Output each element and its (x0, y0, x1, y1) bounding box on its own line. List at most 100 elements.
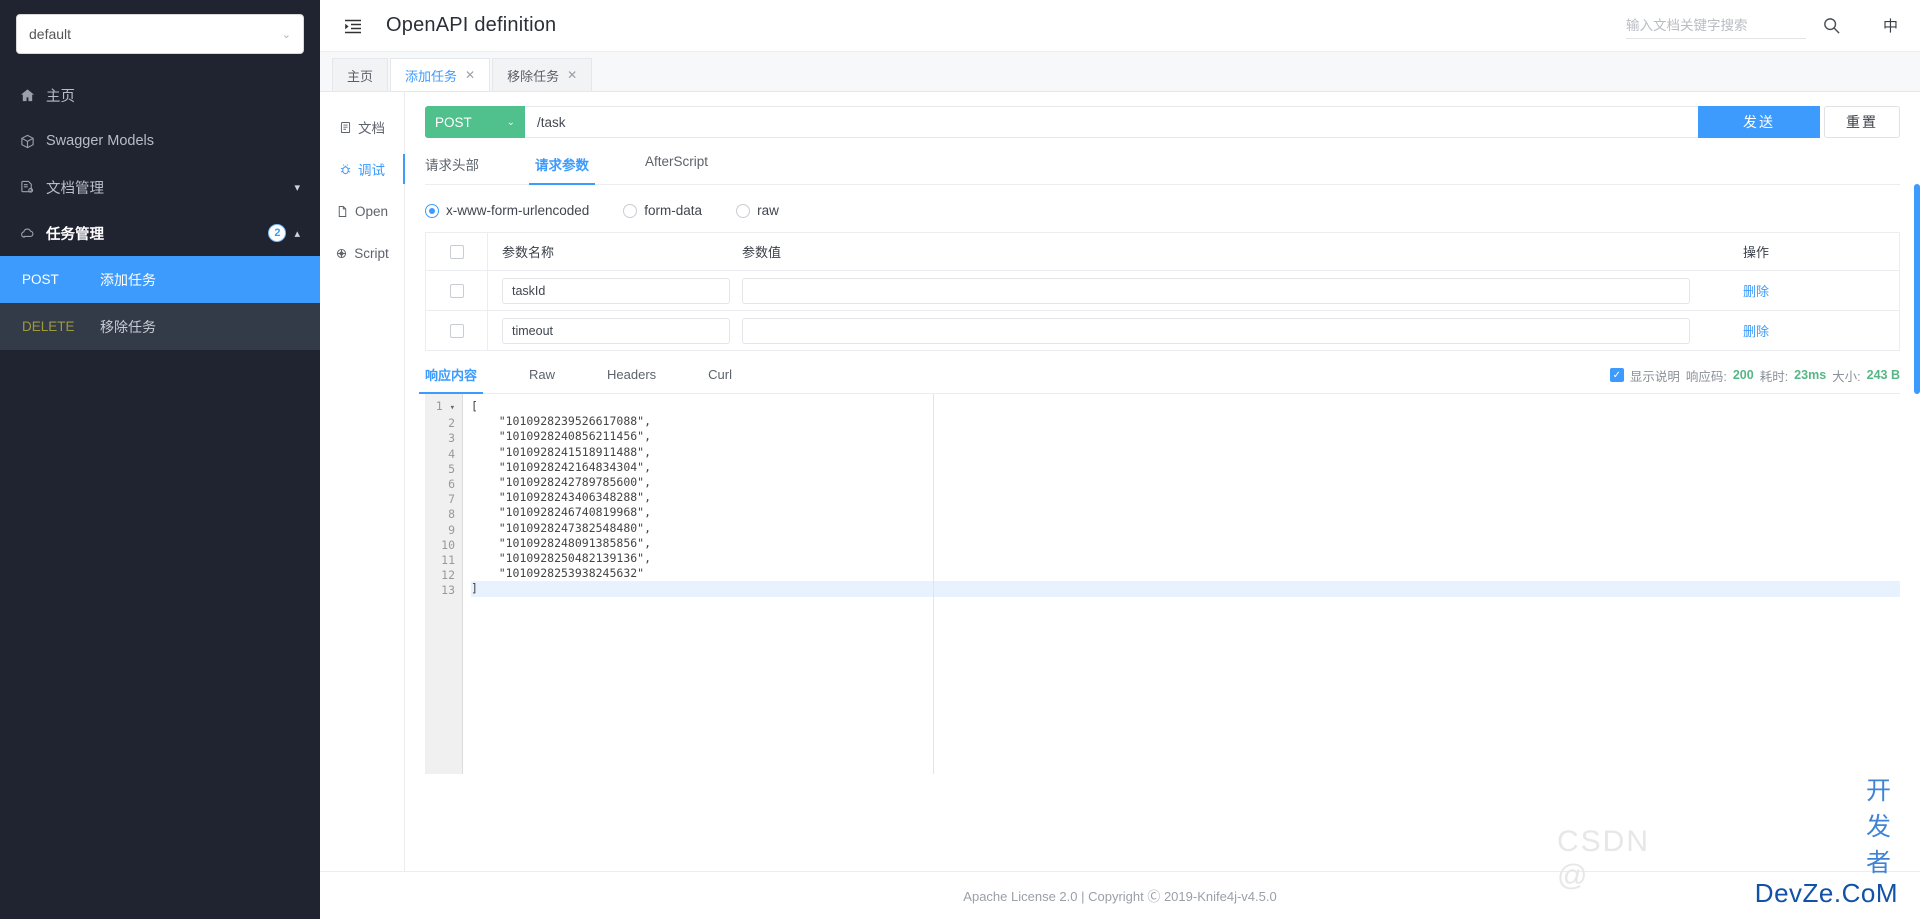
row-checkbox[interactable] (450, 324, 464, 338)
col-actions: 操作 (1729, 242, 1899, 261)
radio-x-www-form-urlencoded[interactable]: x-www-form-urlencoded (425, 203, 589, 218)
close-icon[interactable]: ✕ (567, 68, 577, 82)
tab-label: 主页 (347, 66, 373, 85)
fold-icon: ▾ (450, 403, 455, 413)
line-number: 2 (425, 416, 455, 431)
sidebar-badge-count: 2 (268, 224, 286, 242)
radio-dot-icon (425, 204, 439, 218)
inner-nav: 文档 调试 Open (320, 92, 405, 871)
top-bar: OpenAPI definition 中 (320, 0, 1920, 52)
code-line: "1010928242789785600", (471, 475, 1900, 490)
param-value-input[interactable] (742, 318, 1690, 344)
tab-request-params[interactable]: 请求参数 (535, 154, 589, 184)
response-meta: ✓ 显示说明 响应码: 200 耗时: 23ms 大小: 243 B (1610, 366, 1900, 393)
sidebar-item-home[interactable]: 主页 (0, 72, 320, 118)
status-code-label: 响应码: (1686, 366, 1727, 385)
show-desc-checkbox[interactable]: ✓ (1610, 368, 1624, 382)
file-icon (336, 205, 349, 218)
group-select[interactable]: default ⌄ (16, 14, 304, 54)
method-select[interactable]: POST ⌄ (425, 106, 525, 138)
sidebar-api-name: 添加任务 (100, 270, 156, 290)
main-area: OpenAPI definition 中 主页 添加任务 ✕ 移除任务 ✕ (320, 0, 1920, 919)
code-line: "1010928248091385856", (471, 536, 1900, 551)
table-header-row: 参数名称 参数值 操作 (426, 233, 1899, 271)
tab-response-content[interactable]: 响应内容 (425, 365, 477, 393)
tab-label: 添加任务 (405, 66, 457, 85)
radio-raw[interactable]: raw (736, 203, 779, 218)
close-icon[interactable]: ✕ (465, 68, 475, 82)
table-row: 删除 (426, 271, 1899, 311)
search-input[interactable] (1626, 13, 1806, 39)
radio-label: form-data (644, 203, 702, 218)
line-number: 11 (425, 553, 455, 568)
code-line: "1010928247382548480", (471, 521, 1900, 536)
param-value-cell (728, 318, 1729, 344)
select-all-cell (426, 233, 488, 270)
param-name-cell (488, 278, 728, 304)
code-line: "1010928246740819968", (471, 505, 1900, 520)
inner-nav-label: 文档 (358, 117, 385, 137)
tab-after-script[interactable]: AfterScript (645, 154, 708, 184)
tab-curl[interactable]: Curl (708, 367, 732, 391)
collapse-menu-icon[interactable] (342, 13, 368, 39)
home-icon (20, 88, 46, 103)
code-line: "1010928242164834304", (471, 460, 1900, 475)
size-value: 243 B (1867, 368, 1900, 382)
delete-row-link[interactable]: 删除 (1743, 324, 1769, 339)
tab-remove-task[interactable]: 移除任务 ✕ (492, 58, 592, 91)
select-all-checkbox[interactable] (450, 245, 464, 259)
tab-home[interactable]: 主页 (332, 58, 388, 91)
url-input[interactable] (525, 106, 1698, 138)
response-code-editor[interactable]: 1 ▾ 2 3 4 5 6 7 8 9 10 11 12 13 (425, 394, 1900, 774)
param-value-input[interactable] (742, 278, 1690, 304)
line-number: 10 (425, 538, 455, 553)
inner-nav-script[interactable]: Script (320, 232, 404, 274)
tab-request-headers[interactable]: 请求头部 (425, 154, 479, 184)
status-code-value: 200 (1733, 368, 1754, 382)
tab-headers[interactable]: Headers (607, 367, 656, 391)
sidebar-api-remove-task[interactable]: DELETE 移除任务 (0, 303, 320, 350)
inner-nav-open[interactable]: Open (320, 190, 404, 232)
tab-raw[interactable]: Raw (529, 367, 555, 391)
line-number: 7 (425, 492, 455, 507)
body-split: 文档 调试 Open (320, 92, 1920, 871)
line-number: 3 (425, 431, 455, 446)
sidebar-item-doc-manage[interactable]: 文档管理 ▾ (0, 164, 320, 210)
param-name-input[interactable] (502, 278, 730, 304)
row-checkbox[interactable] (450, 284, 464, 298)
inner-nav-doc[interactable]: 文档 (320, 106, 404, 148)
sidebar: default ⌄ 主页 Swagger Models 文 (0, 0, 320, 919)
radio-dot-icon (623, 204, 637, 218)
inner-nav-debug[interactable]: 调试 (320, 148, 404, 190)
sidebar-item-swagger-models[interactable]: Swagger Models (0, 118, 320, 164)
code-line: "1010928243406348288", (471, 490, 1900, 505)
delete-row-link[interactable]: 删除 (1743, 284, 1769, 299)
tab-strip: 主页 添加任务 ✕ 移除任务 ✕ (320, 52, 1920, 92)
send-button[interactable]: 发送 (1698, 106, 1820, 138)
param-value-cell (728, 278, 1729, 304)
code-line: "1010928253938245632" (471, 566, 1900, 581)
doc-icon (339, 121, 352, 134)
scrollbar-thumb[interactable] (1914, 184, 1920, 394)
response-tabs: 响应内容 Raw Headers Curl ✓ 显示说明 响应码: 200 耗时… (425, 365, 1900, 394)
sidebar-api-method: POST (22, 272, 100, 287)
tab-add-task[interactable]: 添加任务 ✕ (390, 58, 490, 91)
chevron-down-icon: ▾ (294, 181, 300, 194)
cube-icon (20, 134, 46, 149)
param-name-input[interactable] (502, 318, 730, 344)
size-label: 大小: (1832, 366, 1860, 385)
line-number: 5 (425, 462, 455, 477)
sidebar-item-task-manage[interactable]: 任务管理 2 ▴ (0, 210, 320, 256)
content-scrollbar[interactable] (1914, 184, 1920, 823)
sidebar-item-label: 任务管理 (46, 223, 104, 244)
line-number: 4 (425, 447, 455, 462)
editor-code[interactable]: [ "1010928239526617088", "10109282408562… (463, 394, 1900, 774)
sidebar-api-add-task[interactable]: POST 添加任务 (0, 256, 320, 303)
url-bar: POST ⌄ 发送 重置 (425, 106, 1900, 138)
search-wrap (1626, 13, 1841, 39)
reset-button[interactable]: 重置 (1824, 106, 1900, 138)
radio-form-data[interactable]: form-data (623, 203, 702, 218)
line-number: 1 ▾ (425, 399, 455, 416)
language-toggle[interactable]: 中 (1883, 15, 1898, 36)
search-icon[interactable] (1822, 16, 1841, 35)
